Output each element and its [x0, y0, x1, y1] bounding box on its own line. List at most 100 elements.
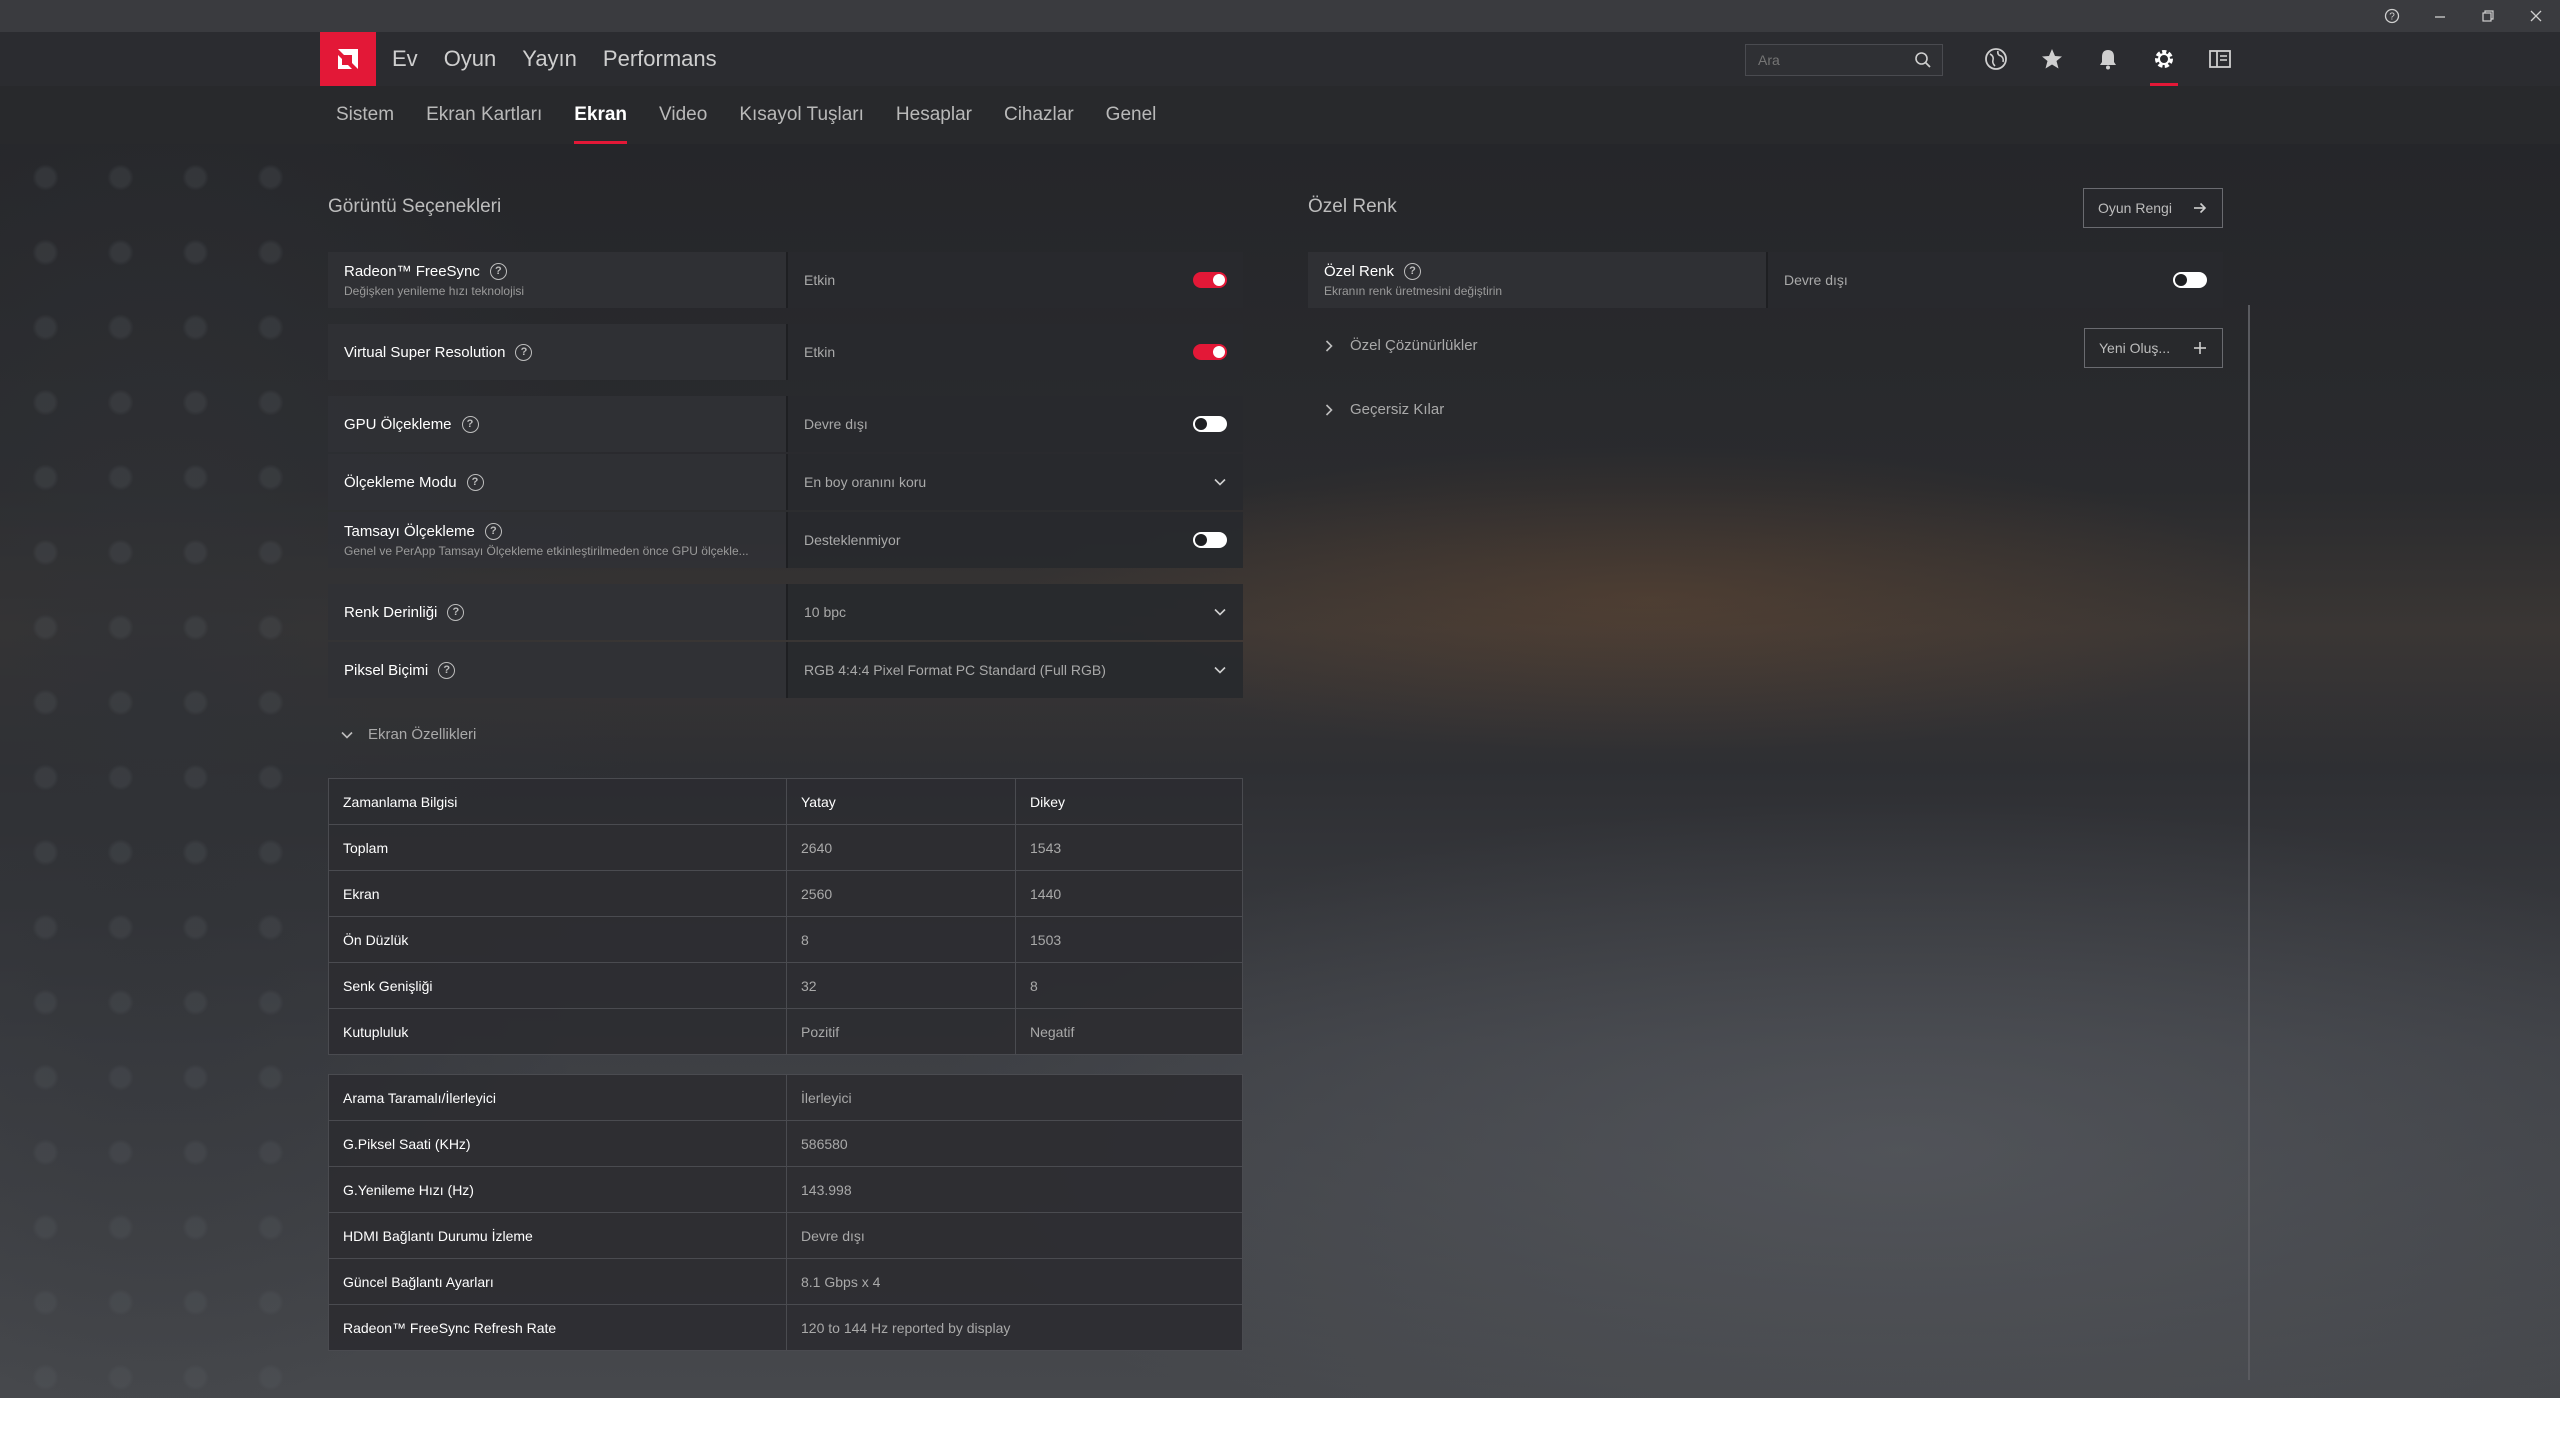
custom-resolutions-toggle[interactable]: Özel Çözünürlükler [1322, 337, 1478, 354]
tab-hotkeys[interactable]: Kısayol Tuşları [739, 86, 864, 144]
chevron-down-icon [1214, 666, 1226, 674]
integer-scaling-toggle[interactable] [1193, 532, 1227, 548]
vsr-toggle[interactable] [1193, 344, 1227, 360]
title-bar: ? [0, 0, 2560, 32]
gpu-scaling-setting: GPU Ölçekleme? Devre dışı [328, 396, 1243, 452]
search-input[interactable] [1758, 52, 1908, 68]
gpu-scaling-label: GPU Ölçekleme [344, 415, 452, 433]
table-row: Toplam 2640 1543 [328, 824, 1243, 871]
display-info-table: Arama Taramalı/İlerleyici İlerleyici G.P… [328, 1074, 1243, 1351]
color-depth-dropdown[interactable]: 10 bpc [786, 584, 1243, 640]
nav-performance[interactable]: Performans [603, 46, 717, 72]
help-icon[interactable]: ? [515, 343, 533, 361]
main-header: Ev Oyun Yayın Performans [0, 32, 2560, 86]
display-specs-toggle[interactable]: Ekran Özellikleri [340, 726, 476, 743]
scrollbar[interactable] [2248, 305, 2250, 1380]
pixel-format-dropdown[interactable]: RGB 4:4:4 Pixel Format PC Standard (Full… [786, 642, 1243, 698]
new-resolution-label: Yeni Oluş... [2099, 340, 2171, 356]
table-cell: G.Piksel Saati (KHz) [328, 1120, 787, 1167]
chevron-down-icon [1214, 478, 1226, 486]
table-cell: Ekran [328, 870, 787, 917]
table-row: Güncel Bağlantı Ayarları 8.1 Gbps x 4 [328, 1258, 1243, 1305]
taskbar-area [0, 1398, 2560, 1440]
scaling-mode-value: En boy oranını koru [804, 474, 927, 490]
close-icon[interactable] [2512, 0, 2560, 32]
table-cell: G.Yenileme Hızı (Hz) [328, 1166, 787, 1213]
restore-icon[interactable] [2464, 0, 2512, 32]
table-cell: İlerleyici [786, 1074, 1243, 1121]
svg-text:?: ? [2389, 12, 2395, 23]
table-cell: Negatif [1015, 1008, 1243, 1055]
help-icon[interactable]: ? [466, 473, 484, 491]
table-header-row: Zamanlama Bilgisi Yatay Dikey [328, 778, 1243, 825]
scaling-mode-setting: Ölçekleme Modu? En boy oranını koru [328, 454, 1243, 510]
gear-icon[interactable] [2136, 32, 2192, 86]
tab-video[interactable]: Video [659, 86, 707, 144]
help-icon[interactable]: ? [1404, 262, 1422, 280]
amd-logo-icon[interactable] [320, 32, 376, 86]
table-cell: Ön Düzlük [328, 916, 787, 963]
table-header: Dikey [1015, 778, 1243, 825]
color-depth-value: 10 bpc [804, 604, 847, 620]
custom-color-label: Özel Renk [1324, 262, 1395, 280]
game-color-button[interactable]: Oyun Rengi [2083, 188, 2223, 228]
search-icon[interactable] [1914, 51, 1932, 74]
table-header: Yatay [786, 778, 1016, 825]
table-row: Arama Taramalı/İlerleyici İlerleyici [328, 1074, 1243, 1121]
tab-devices[interactable]: Cihazlar [1004, 86, 1074, 144]
custom-color-setting: Özel Renk? Ekranın renk üretmesini değiş… [1308, 252, 2223, 308]
pixel-format-setting: Piksel Biçimi? RGB 4:4:4 Pixel Format PC… [328, 642, 1243, 698]
nav-streaming[interactable]: Yayın [522, 46, 577, 72]
gpu-scaling-toggle[interactable] [1193, 416, 1227, 432]
table-cell: HDMI Bağlantı Durumu İzleme [328, 1212, 787, 1259]
help-icon[interactable]: ? [461, 415, 479, 433]
overrides-toggle[interactable]: Geçersiz Kılar [1322, 401, 1444, 418]
bell-icon[interactable] [2080, 32, 2136, 86]
freesync-description: Değişken yenileme hızı teknolojisi [344, 283, 525, 298]
layout-icon[interactable] [2192, 32, 2248, 86]
search-box [1745, 44, 1943, 76]
custom-color-toggle[interactable] [2173, 272, 2207, 288]
tab-system[interactable]: Sistem [336, 86, 394, 144]
table-row: G.Piksel Saati (KHz) 586580 [328, 1120, 1243, 1167]
help-icon[interactable]: ? [484, 522, 502, 540]
chevron-right-icon [1325, 339, 1333, 352]
table-cell: Radeon™ FreeSync Refresh Rate [328, 1304, 787, 1351]
tab-accounts[interactable]: Hesaplar [896, 86, 972, 144]
vsr-label: Virtual Super Resolution [344, 343, 506, 361]
table-row: HDMI Bağlantı Durumu İzleme Devre dışı [328, 1212, 1243, 1259]
help-icon[interactable]: ? [489, 262, 507, 280]
table-row: Radeon™ FreeSync Refresh Rate 120 to 144… [328, 1304, 1243, 1351]
scaling-mode-dropdown[interactable]: En boy oranını koru [786, 454, 1243, 510]
freesync-toggle[interactable] [1193, 272, 1227, 288]
timing-table: Zamanlama Bilgisi Yatay Dikey Toplam 264… [328, 778, 1243, 1055]
vsr-setting: Virtual Super Resolution? Etkin [328, 324, 1243, 380]
chevron-right-icon [1325, 403, 1333, 416]
integer-scaling-value: Desteklenmiyor [804, 532, 901, 548]
globe-icon[interactable] [1968, 32, 2024, 86]
display-specs-title: Ekran Özellikleri [368, 726, 477, 743]
help-icon[interactable]: ? [438, 661, 456, 679]
tab-display[interactable]: Ekran [574, 86, 627, 144]
display-options-title: Görüntü Seçenekleri [328, 196, 502, 217]
pixel-format-label: Piksel Biçimi [344, 661, 429, 679]
table-cell: Arama Taramalı/İlerleyici [328, 1074, 787, 1121]
nav-gaming[interactable]: Oyun [444, 46, 497, 72]
table-cell: Devre dışı [786, 1212, 1243, 1259]
plus-icon [2194, 342, 2206, 354]
tab-graphics[interactable]: Ekran Kartları [426, 86, 542, 144]
help-icon[interactable]: ? [447, 603, 465, 621]
minimize-icon[interactable] [2416, 0, 2464, 32]
new-resolution-button[interactable]: Yeni Oluş... [2084, 328, 2223, 368]
vsr-value: Etkin [804, 344, 836, 360]
custom-resolutions-label: Özel Çözünürlükler [1350, 337, 1478, 354]
help-icon[interactable]: ? [2368, 0, 2416, 32]
nav-home[interactable]: Ev [392, 46, 418, 72]
overrides-label: Geçersiz Kılar [1350, 401, 1445, 418]
tab-general[interactable]: Genel [1106, 86, 1157, 144]
star-icon[interactable] [2024, 32, 2080, 86]
table-cell: 32 [786, 962, 1016, 1009]
color-depth-setting: Renk Derinliği? 10 bpc [328, 584, 1243, 640]
desktop-icons-blurred [0, 140, 320, 1400]
table-row: Kutupluluk Pozitif Negatif [328, 1008, 1243, 1055]
